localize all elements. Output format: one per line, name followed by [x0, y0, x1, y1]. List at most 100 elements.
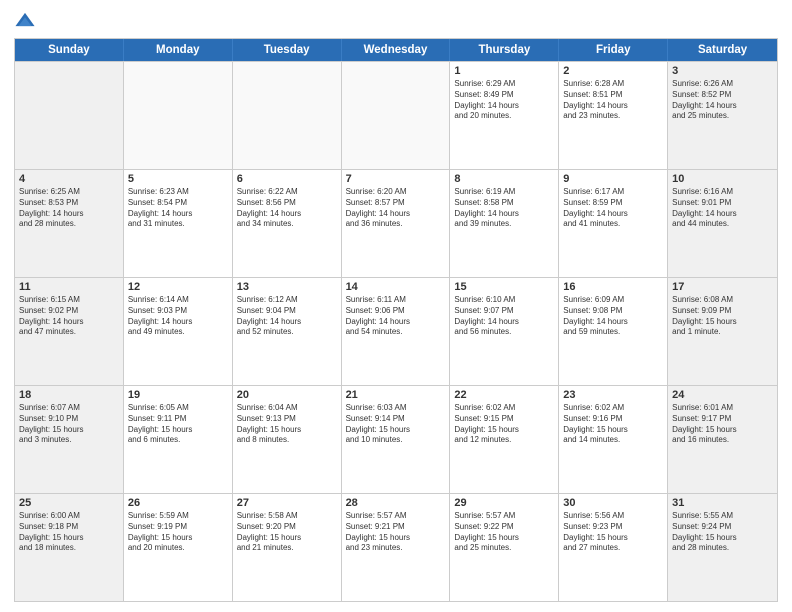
day-info: Sunrise: 6:17 AM Sunset: 8:59 PM Dayligh… — [563, 187, 663, 230]
calendar-cell: 24 Sunrise: 6:01 AM Sunset: 9:17 PM Dayli… — [668, 386, 777, 493]
day-number: 11 — [19, 281, 119, 293]
calendar-cell: 6 Sunrise: 6:22 AM Sunset: 8:56 PM Daylig… — [233, 170, 342, 277]
day-info: Sunrise: 6:26 AM Sunset: 8:52 PM Dayligh… — [672, 79, 773, 122]
calendar-row: 4 Sunrise: 6:25 AM Sunset: 8:53 PM Daylig… — [15, 169, 777, 277]
calendar-cell: 19 Sunrise: 6:05 AM Sunset: 9:11 PM Dayli… — [124, 386, 233, 493]
day-number: 4 — [19, 173, 119, 185]
day-number: 13 — [237, 281, 337, 293]
day-info: Sunrise: 6:29 AM Sunset: 8:49 PM Dayligh… — [454, 79, 554, 122]
day-number: 19 — [128, 389, 228, 401]
day-info: Sunrise: 5:55 AM Sunset: 9:24 PM Dayligh… — [672, 511, 773, 554]
day-info: Sunrise: 6:23 AM Sunset: 8:54 PM Dayligh… — [128, 187, 228, 230]
calendar-cell: 1Sunrise: 6:29 AM Sunset: 8:49 PM Daylig… — [450, 62, 559, 169]
calendar-cell: 2 Sunrise: 6:28 AM Sunset: 8:51 PM Daylig… — [559, 62, 668, 169]
calendar-cell: 28 Sunrise: 5:57 AM Sunset: 9:21 PM Dayli… — [342, 494, 451, 601]
day-info: Sunrise: 5:56 AM Sunset: 9:23 PM Dayligh… — [563, 511, 663, 554]
calendar-cell: 14 Sunrise: 6:11 AM Sunset: 9:06 PM Dayli… — [342, 278, 451, 385]
day-info: Sunrise: 6:05 AM Sunset: 9:11 PM Dayligh… — [128, 403, 228, 446]
day-number: 7 — [346, 173, 446, 185]
day-info: Sunrise: 5:57 AM Sunset: 9:21 PM Dayligh… — [346, 511, 446, 554]
calendar-cell: 12 Sunrise: 6:14 AM Sunset: 9:03 PM Dayli… — [124, 278, 233, 385]
calendar-cell: 13 Sunrise: 6:12 AM Sunset: 9:04 PM Dayli… — [233, 278, 342, 385]
day-number: 31 — [672, 497, 773, 509]
header — [14, 10, 778, 32]
day-info: Sunrise: 6:19 AM Sunset: 8:58 PM Dayligh… — [454, 187, 554, 230]
calendar-header-cell: Sunday — [15, 39, 124, 61]
logo — [14, 10, 40, 32]
day-number: 10 — [672, 173, 773, 185]
day-number: 26 — [128, 497, 228, 509]
calendar-cell: 27 Sunrise: 5:58 AM Sunset: 9:20 PM Dayli… — [233, 494, 342, 601]
calendar-cell: 29 Sunrise: 5:57 AM Sunset: 9:22 PM Dayli… — [450, 494, 559, 601]
day-number: 16 — [563, 281, 663, 293]
calendar: SundayMondayTuesdayWednesdayThursdayFrid… — [14, 38, 778, 602]
calendar-cell: 17 Sunrise: 6:08 AM Sunset: 9:09 PM Dayli… — [668, 278, 777, 385]
calendar-cell — [342, 62, 451, 169]
calendar-header-cell: Thursday — [450, 39, 559, 61]
calendar-cell — [233, 62, 342, 169]
day-info: Sunrise: 6:10 AM Sunset: 9:07 PM Dayligh… — [454, 295, 554, 338]
day-info: Sunrise: 6:28 AM Sunset: 8:51 PM Dayligh… — [563, 79, 663, 122]
day-number: 14 — [346, 281, 446, 293]
day-info: Sunrise: 6:08 AM Sunset: 9:09 PM Dayligh… — [672, 295, 773, 338]
calendar-cell: 5Sunrise: 6:23 AM Sunset: 8:54 PM Daylig… — [124, 170, 233, 277]
day-info: Sunrise: 6:22 AM Sunset: 8:56 PM Dayligh… — [237, 187, 337, 230]
calendar-cell: 8 Sunrise: 6:19 AM Sunset: 8:58 PM Daylig… — [450, 170, 559, 277]
day-number: 22 — [454, 389, 554, 401]
day-info: Sunrise: 6:25 AM Sunset: 8:53 PM Dayligh… — [19, 187, 119, 230]
calendar-cell: 20 Sunrise: 6:04 AM Sunset: 9:13 PM Dayli… — [233, 386, 342, 493]
day-number: 2 — [563, 65, 663, 77]
calendar-row: 1Sunrise: 6:29 AM Sunset: 8:49 PM Daylig… — [15, 61, 777, 169]
logo-icon — [14, 10, 36, 32]
calendar-header-cell: Tuesday — [233, 39, 342, 61]
day-number: 30 — [563, 497, 663, 509]
day-number: 21 — [346, 389, 446, 401]
day-info: Sunrise: 6:15 AM Sunset: 9:02 PM Dayligh… — [19, 295, 119, 338]
day-number: 23 — [563, 389, 663, 401]
calendar-cell — [124, 62, 233, 169]
calendar-cell: 25Sunrise: 6:00 AM Sunset: 9:18 PM Dayli… — [15, 494, 124, 601]
calendar-header-cell: Friday — [559, 39, 668, 61]
calendar-header: SundayMondayTuesdayWednesdayThursdayFrid… — [15, 39, 777, 61]
day-info: Sunrise: 6:16 AM Sunset: 9:01 PM Dayligh… — [672, 187, 773, 230]
day-number: 29 — [454, 497, 554, 509]
day-number: 9 — [563, 173, 663, 185]
day-number: 20 — [237, 389, 337, 401]
page: SundayMondayTuesdayWednesdayThursdayFrid… — [0, 0, 792, 612]
day-info: Sunrise: 6:07 AM Sunset: 9:10 PM Dayligh… — [19, 403, 119, 446]
day-info: Sunrise: 6:01 AM Sunset: 9:17 PM Dayligh… — [672, 403, 773, 446]
calendar-body: 1Sunrise: 6:29 AM Sunset: 8:49 PM Daylig… — [15, 61, 777, 601]
day-number: 25 — [19, 497, 119, 509]
day-info: Sunrise: 5:57 AM Sunset: 9:22 PM Dayligh… — [454, 511, 554, 554]
day-info: Sunrise: 6:20 AM Sunset: 8:57 PM Dayligh… — [346, 187, 446, 230]
day-number: 8 — [454, 173, 554, 185]
calendar-row: 25Sunrise: 6:00 AM Sunset: 9:18 PM Dayli… — [15, 493, 777, 601]
day-number: 6 — [237, 173, 337, 185]
calendar-header-cell: Wednesday — [342, 39, 451, 61]
day-number: 28 — [346, 497, 446, 509]
calendar-cell: 3 Sunrise: 6:26 AM Sunset: 8:52 PM Daylig… — [668, 62, 777, 169]
calendar-cell: 4 Sunrise: 6:25 AM Sunset: 8:53 PM Daylig… — [15, 170, 124, 277]
calendar-cell: 22Sunrise: 6:02 AM Sunset: 9:15 PM Dayli… — [450, 386, 559, 493]
calendar-cell: 31 Sunrise: 5:55 AM Sunset: 9:24 PM Dayli… — [668, 494, 777, 601]
day-number: 15 — [454, 281, 554, 293]
day-info: Sunrise: 5:58 AM Sunset: 9:20 PM Dayligh… — [237, 511, 337, 554]
day-info: Sunrise: 6:09 AM Sunset: 9:08 PM Dayligh… — [563, 295, 663, 338]
calendar-cell: 9 Sunrise: 6:17 AM Sunset: 8:59 PM Daylig… — [559, 170, 668, 277]
calendar-cell: 15 Sunrise: 6:10 AM Sunset: 9:07 PM Dayli… — [450, 278, 559, 385]
day-info: Sunrise: 6:04 AM Sunset: 9:13 PM Dayligh… — [237, 403, 337, 446]
day-number: 17 — [672, 281, 773, 293]
calendar-cell: 21Sunrise: 6:03 AM Sunset: 9:14 PM Dayli… — [342, 386, 451, 493]
calendar-cell — [15, 62, 124, 169]
day-info: Sunrise: 5:59 AM Sunset: 9:19 PM Dayligh… — [128, 511, 228, 554]
day-number: 12 — [128, 281, 228, 293]
day-number: 27 — [237, 497, 337, 509]
day-number: 3 — [672, 65, 773, 77]
calendar-cell: 23Sunrise: 6:02 AM Sunset: 9:16 PM Dayli… — [559, 386, 668, 493]
day-info: Sunrise: 6:12 AM Sunset: 9:04 PM Dayligh… — [237, 295, 337, 338]
calendar-cell: 11 Sunrise: 6:15 AM Sunset: 9:02 PM Dayli… — [15, 278, 124, 385]
calendar-header-cell: Monday — [124, 39, 233, 61]
day-number: 24 — [672, 389, 773, 401]
day-info: Sunrise: 6:14 AM Sunset: 9:03 PM Dayligh… — [128, 295, 228, 338]
day-info: Sunrise: 6:11 AM Sunset: 9:06 PM Dayligh… — [346, 295, 446, 338]
